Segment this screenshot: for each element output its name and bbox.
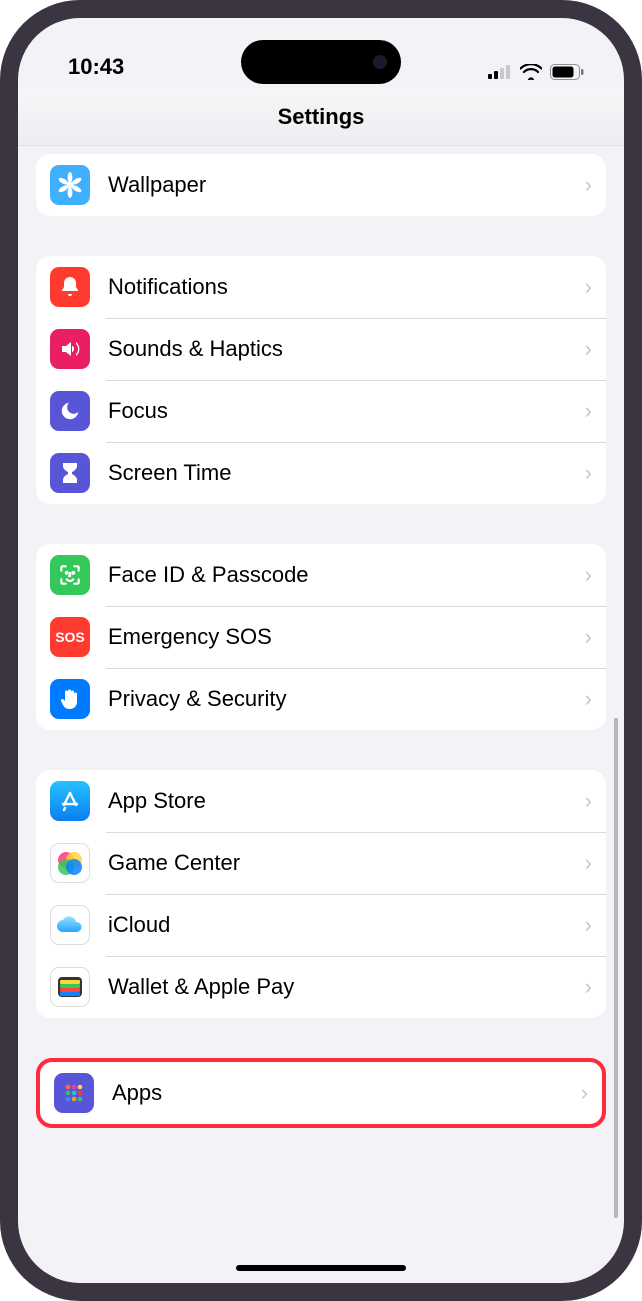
row-game-center[interactable]: Game Center › — [36, 832, 606, 894]
row-notifications[interactable]: Notifications › — [36, 256, 606, 318]
row-app-store[interactable]: App Store › — [36, 770, 606, 832]
settings-group: Apps › — [40, 1062, 602, 1124]
flower-icon — [50, 165, 90, 205]
row-focus[interactable]: Focus › — [36, 380, 606, 442]
chevron-right-icon: › — [585, 460, 592, 486]
settings-group: Face ID & Passcode › SOS Emergency SOS ›… — [36, 544, 606, 730]
row-label: Emergency SOS — [108, 624, 585, 650]
settings-group: Wallpaper › — [36, 154, 606, 216]
bell-icon — [50, 267, 90, 307]
face-icon — [50, 555, 90, 595]
battery-icon — [550, 64, 584, 80]
row-icloud[interactable]: iCloud › — [36, 894, 606, 956]
scrollbar[interactable] — [614, 718, 618, 1218]
status-time: 10:43 — [68, 54, 124, 80]
row-wallet-apple-pay[interactable]: Wallet & Apple Pay › — [36, 956, 606, 1018]
chevron-right-icon: › — [585, 686, 592, 712]
hourglass-icon — [50, 453, 90, 493]
row-label: Game Center — [108, 850, 585, 876]
row-label: Wallet & Apple Pay — [108, 974, 585, 1000]
row-wallpaper[interactable]: Wallpaper › — [36, 154, 606, 216]
hand-icon — [50, 679, 90, 719]
row-label: Notifications — [108, 274, 585, 300]
row-apps[interactable]: Apps › — [40, 1062, 602, 1124]
chevron-right-icon: › — [585, 274, 592, 300]
page-title: Settings — [278, 104, 365, 130]
row-screen-time[interactable]: Screen Time › — [36, 442, 606, 504]
row-label: Face ID & Passcode — [108, 562, 585, 588]
screen: 10:43 Settings Wallpaper › — [18, 18, 624, 1283]
row-emergency-sos[interactable]: SOS Emergency SOS › — [36, 606, 606, 668]
settings-list[interactable]: Wallpaper › Notifications › Soun — [18, 146, 624, 1283]
row-label: App Store — [108, 788, 585, 814]
highlight-ring: Apps › — [36, 1058, 606, 1128]
row-sounds-haptics[interactable]: Sounds & Haptics › — [36, 318, 606, 380]
row-privacy-security[interactable]: Privacy & Security › — [36, 668, 606, 730]
row-face-id-passcode[interactable]: Face ID & Passcode › — [36, 544, 606, 606]
row-label: Screen Time — [108, 460, 585, 486]
row-label: Apps — [112, 1080, 581, 1106]
row-label: Focus — [108, 398, 585, 424]
row-label: Sounds & Haptics — [108, 336, 585, 362]
wifi-icon — [520, 64, 542, 80]
row-label: iCloud — [108, 912, 585, 938]
cellular-icon — [488, 65, 512, 79]
chevron-right-icon: › — [585, 788, 592, 814]
nav-header: Settings — [18, 88, 624, 146]
wallet-icon — [50, 967, 90, 1007]
phone-frame: 10:43 Settings Wallpaper › — [0, 0, 642, 1301]
sos-icon: SOS — [50, 617, 90, 657]
chevron-right-icon: › — [585, 624, 592, 650]
chevron-right-icon: › — [585, 974, 592, 1000]
chevron-right-icon: › — [581, 1080, 588, 1106]
dynamic-island — [241, 40, 401, 84]
chevron-right-icon: › — [585, 850, 592, 876]
chevron-right-icon: › — [585, 398, 592, 424]
speaker-icon — [50, 329, 90, 369]
row-label: Wallpaper — [108, 172, 585, 198]
status-icons — [488, 64, 584, 80]
home-indicator[interactable] — [236, 1265, 406, 1271]
chevron-right-icon: › — [585, 172, 592, 198]
chevron-right-icon: › — [585, 562, 592, 588]
row-label: Privacy & Security — [108, 686, 585, 712]
appstore-icon — [50, 781, 90, 821]
chevron-right-icon: › — [585, 912, 592, 938]
settings-group: App Store › Game Center › iCloud › — [36, 770, 606, 1018]
apps-icon — [54, 1073, 94, 1113]
icloud-icon — [50, 905, 90, 945]
settings-group: Notifications › Sounds & Haptics › Focus… — [36, 256, 606, 504]
gamecenter-icon — [50, 843, 90, 883]
moon-icon — [50, 391, 90, 431]
chevron-right-icon: › — [585, 336, 592, 362]
